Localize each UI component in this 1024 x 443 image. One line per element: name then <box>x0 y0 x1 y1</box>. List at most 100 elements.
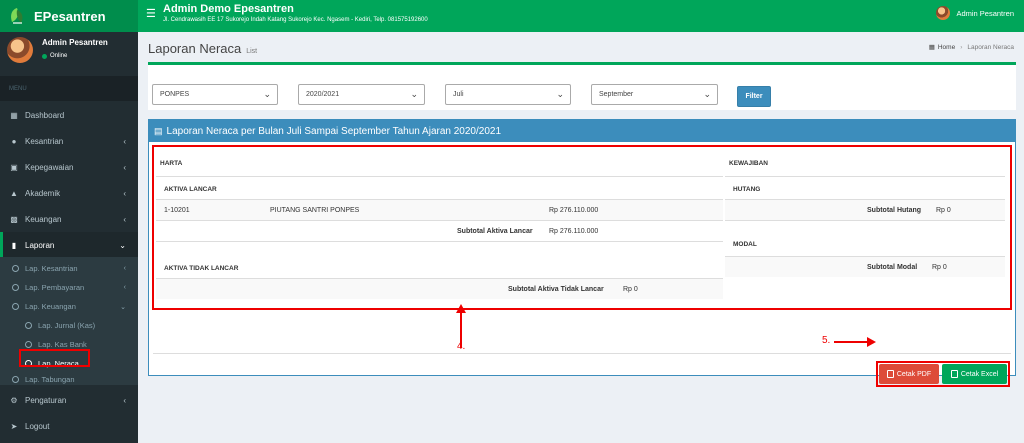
chevron-left-icon: ‹ <box>123 188 126 198</box>
sidebar-item-label: Kepegawaian <box>25 162 74 172</box>
table-row <box>725 200 1005 220</box>
modal-heading: MODAL <box>733 241 757 248</box>
sidebar-subitem-label: Lap. Jurnal (Kas) <box>38 321 96 330</box>
filter-box: PONPES ⌄ 2020/2021 ⌄ Juli ⌄ September ⌄ … <box>148 62 1016 110</box>
circle-icon <box>12 303 19 310</box>
subtotal-hutang-label: Subtotal Hutang <box>867 207 922 214</box>
divider <box>156 220 723 221</box>
table-row <box>725 257 1005 277</box>
account-value: Rp 276.110.000 <box>549 207 599 214</box>
table-row <box>156 200 723 220</box>
sidebar-subitem-lap-jurnal-kas[interactable]: Lap. Jurnal (Kas) <box>0 316 138 335</box>
page-title-text: Laporan Neraca <box>148 41 242 56</box>
hamburger-menu-icon[interactable]: ☰ <box>146 7 156 20</box>
subtotal-aktiva-lancar-value: Rp 276.110.000 <box>549 228 599 235</box>
sidebar-subitem-lap-neraca[interactable]: Lap. Neraca <box>0 354 138 373</box>
sidebar-item-laporan[interactable]: ▮ Laporan ⌄ <box>0 232 138 258</box>
breadcrumb: ▦ Home › Laporan Neraca <box>928 43 1014 52</box>
year-select[interactable]: 2020/2021 ⌄ <box>298 84 425 105</box>
user-icon: ● <box>11 136 17 146</box>
month-from-value: Juli <box>453 91 464 98</box>
divider <box>153 353 1011 354</box>
circle-icon <box>12 284 19 291</box>
report-box: ▤ Laporan Neraca per Bulan Juli Sampai S… <box>148 119 1016 387</box>
file-pdf-icon <box>886 370 894 378</box>
top-navbar: EPesantren ☰ Admin Demo Epesantren Jl. C… <box>0 0 1024 32</box>
page-subtitle: List <box>246 48 258 55</box>
chevron-down-icon: ⌄ <box>703 89 711 99</box>
cetak-pdf-button[interactable]: Cetak PDF <box>879 364 939 384</box>
sidebar-item-logout[interactable]: ➤ Logout <box>0 413 138 439</box>
subtotal-aktiva-lancar-label: Subtotal Aktiva Lancar <box>457 228 533 235</box>
month-from-select[interactable]: Juli ⌄ <box>445 84 571 105</box>
sidebar-subitem-label: Lap. Tabungan <box>25 375 75 384</box>
unit-select[interactable]: PONPES ⌄ <box>152 84 278 105</box>
top-user-name: Admin Pesantren <box>956 8 1014 18</box>
sidebar-avatar <box>7 37 33 63</box>
sidebar-subitem-lap-kas-bank[interactable]: Lap. Kas Bank <box>0 335 138 354</box>
sidebar-item-label: Kesantrian <box>25 136 64 146</box>
subtotal-aktiva-tidak-lancar-label: Subtotal Aktiva Tidak Lancar <box>508 286 604 293</box>
money-icon: ▩ <box>10 214 18 224</box>
harta-heading: HARTA <box>160 160 183 167</box>
brand-logo[interactable]: EPesantren <box>0 0 138 32</box>
graduation-cap-icon: ▲ <box>10 188 18 198</box>
file-icon: ▮ <box>11 240 17 250</box>
sidebar-item-label: Akademik <box>25 188 61 198</box>
sign-out-icon: ➤ <box>10 421 18 431</box>
circle-icon <box>25 322 32 329</box>
menu-header: MENU <box>0 76 138 101</box>
avatar <box>936 6 951 20</box>
cetak-pdf-label: Cetak PDF <box>896 370 932 378</box>
report-header: ▤ Laporan Neraca per Bulan Juli Sampai S… <box>149 120 1015 142</box>
unit-select-value: PONPES <box>160 91 190 98</box>
sidebar-subitem-lap-pembayaran[interactable]: Lap. Pembayaran ‹ <box>0 278 138 297</box>
divider <box>156 241 723 242</box>
account-name: PIUTANG SANTRI PONPES <box>270 207 360 214</box>
annotation-step-5: 5. <box>822 335 831 346</box>
sidebar-subitem-label: Lap. Neraca <box>38 359 79 368</box>
chevron-down-icon: ⌄ <box>263 89 271 99</box>
file-text-icon: ▤ <box>154 125 163 136</box>
gear-icon: ⚙ <box>10 395 18 405</box>
dashboard-icon: ▦ <box>928 44 935 51</box>
user-menu[interactable]: Admin Pesantren <box>936 6 1014 20</box>
sidebar-item-akademik[interactable]: ▲ Akademik ‹ <box>0 180 138 206</box>
sidebar-item-kesantrian[interactable]: ● Kesantrian ‹ <box>0 128 138 154</box>
sidebar-subitem-lap-keuangan[interactable]: Lap. Keuangan ⌄ <box>0 297 138 316</box>
sidebar-subitem-label: Lap. Pembayaran <box>25 283 85 292</box>
sidebar-item-label: Pengaturan <box>25 395 67 405</box>
filter-button[interactable]: Filter <box>737 86 771 107</box>
sidebar-subitem-label: Lap. Kesantrian <box>25 264 78 273</box>
sidebar-item-label: Keuangan <box>25 214 62 224</box>
month-to-value: September <box>599 91 634 98</box>
sidebar-item-label: Dashboard <box>25 110 65 120</box>
aktiva-lancar-heading: AKTIVA LANCAR <box>164 186 217 193</box>
report-title: Laporan Neraca per Bulan Juli Sampai Sep… <box>166 125 502 137</box>
cetak-excel-label: Cetak Excel <box>960 370 999 378</box>
aktiva-tidak-lancar-heading: AKTIVA TIDAK LANCAR <box>164 265 239 272</box>
sidebar-subitem-lap-tabungan[interactable]: Lap. Tabungan <box>0 373 138 386</box>
chevron-left-icon: ‹ <box>123 395 126 405</box>
divider <box>156 176 723 177</box>
cetak-excel-button[interactable]: Cetak Excel <box>942 364 1007 384</box>
sidebar-item-dashboard[interactable]: ▦ Dashboard <box>0 102 138 128</box>
annotation-arrow-right-icon <box>834 337 876 347</box>
main-content: Laporan Neraca List ▦ Home › Laporan Ner… <box>138 32 1024 443</box>
breadcrumb-home[interactable]: Home <box>938 44 955 51</box>
brand-name: EPesantren <box>34 8 106 24</box>
online-status: Online <box>42 53 67 59</box>
subtotal-modal-label: Subtotal Modal <box>867 264 918 271</box>
file-excel-icon <box>950 370 958 378</box>
circle-icon <box>12 265 19 272</box>
sidebar-item-pengaturan[interactable]: ⚙ Pengaturan ‹ <box>0 387 138 413</box>
month-to-select[interactable]: September ⌄ <box>591 84 718 105</box>
breadcrumb-current: Laporan Neraca <box>967 43 1014 51</box>
chevron-down-icon: ⌄ <box>119 240 126 250</box>
sidebar-item-kepegawaian[interactable]: ▣ Kepegawaian ‹ <box>0 154 138 180</box>
sidebar-subitem-lap-kesantrian[interactable]: Lap. Kesantrian ‹ <box>0 259 138 278</box>
sidebar-user-name: Admin Pesantren <box>42 38 108 47</box>
subtotal-aktiva-tidak-lancar-value: Rp 0 <box>623 286 638 293</box>
sidebar-item-keuangan[interactable]: ▩ Keuangan ‹ <box>0 206 138 232</box>
kewajiban-heading: KEWAJIBAN <box>729 160 769 167</box>
